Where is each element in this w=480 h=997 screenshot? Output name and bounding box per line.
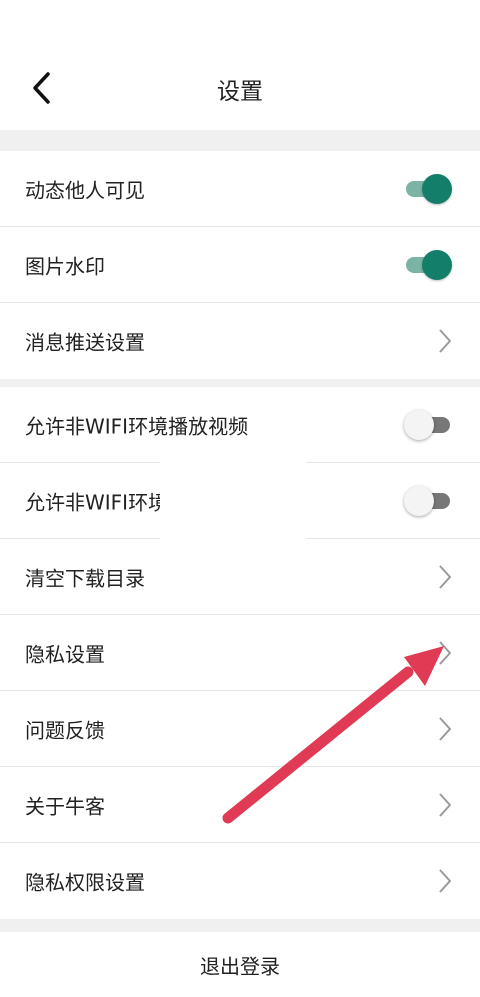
setting-label: 图片水印 bbox=[25, 254, 105, 278]
setting-row-push-settings[interactable]: 消息推送设置 bbox=[0, 303, 480, 379]
setting-label: 动态他人可见 bbox=[25, 178, 145, 202]
setting-label: 隐私权限设置 bbox=[25, 870, 145, 895]
setting-label: 清空下载目录 bbox=[25, 566, 145, 590]
image-watermark-toggle[interactable] bbox=[404, 249, 452, 280]
setting-label: 关于牛客 bbox=[25, 794, 105, 818]
setting-label: 消息推送设置 bbox=[25, 330, 145, 355]
chevron-right-icon bbox=[439, 640, 451, 665]
setting-row-image-watermark[interactable]: 图片水印 bbox=[0, 227, 480, 303]
blank-overlay bbox=[160, 460, 306, 552]
chevron-right-icon bbox=[439, 564, 451, 589]
page-title: 设置 bbox=[217, 79, 263, 105]
toggle-knob bbox=[422, 173, 452, 204]
setting-row-allow-non-wifi-play[interactable]: 允许非WIFI环境播放视频 bbox=[0, 387, 480, 463]
setting-row-privacy-permissions[interactable]: 隐私权限设置 bbox=[0, 843, 480, 919]
toggle-knob bbox=[422, 249, 452, 280]
section-divider bbox=[0, 130, 480, 151]
chevron-right-icon bbox=[439, 716, 451, 741]
setting-label: 问题反馈 bbox=[25, 718, 105, 742]
section-divider bbox=[0, 919, 480, 932]
allow-non-wifi-play-toggle[interactable] bbox=[404, 409, 452, 440]
logout-label: 退出登录 bbox=[200, 954, 280, 978]
setting-label: 允许非WIFI环境 bbox=[25, 490, 169, 514]
setting-row-about[interactable]: 关于牛客 bbox=[0, 767, 480, 843]
chevron-right-icon bbox=[439, 869, 451, 893]
allow-non-wifi-download-toggle[interactable] bbox=[404, 485, 452, 516]
setting-row-moments-visible[interactable]: 动态他人可见 bbox=[0, 151, 480, 227]
setting-label: 允许非WIFI环境播放视频 bbox=[25, 414, 249, 438]
moments-visible-toggle[interactable] bbox=[404, 173, 452, 204]
setting-row-privacy[interactable]: 隐私设置 bbox=[0, 615, 480, 691]
section-divider bbox=[0, 379, 480, 387]
setting-label: 隐私设置 bbox=[25, 642, 105, 666]
logout-button[interactable]: 退出登录 bbox=[0, 932, 480, 997]
toggle-knob bbox=[404, 409, 434, 440]
chevron-right-icon bbox=[439, 329, 451, 353]
chevron-right-icon bbox=[439, 792, 451, 817]
toggle-knob bbox=[404, 485, 434, 516]
setting-row-feedback[interactable]: 问题反馈 bbox=[0, 691, 480, 767]
header: 设置 bbox=[0, 0, 480, 130]
